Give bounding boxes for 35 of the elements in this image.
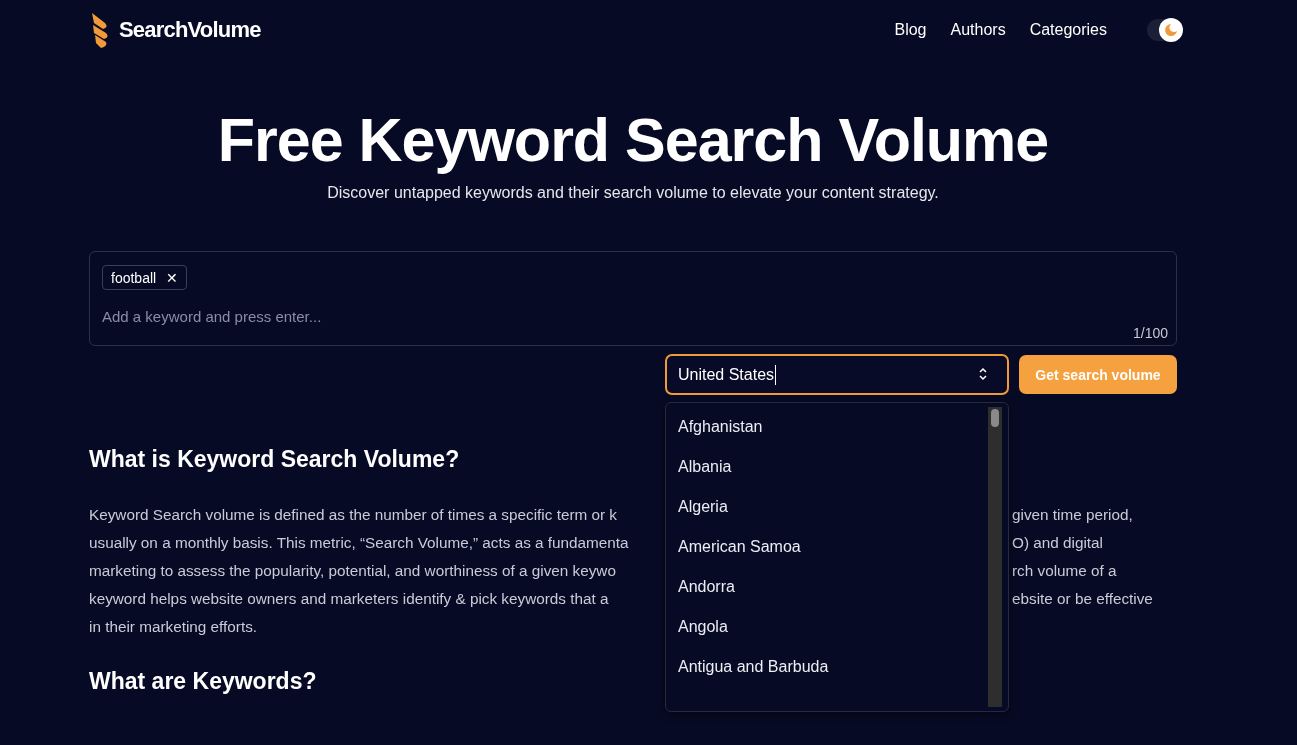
nav-link[interactable]: Blog [894, 21, 927, 39]
theme-toggle[interactable] [1147, 19, 1181, 41]
country-option[interactable]: Andorra [666, 567, 1008, 607]
moon-icon [1164, 23, 1178, 37]
country-option[interactable]: American Samoa [666, 527, 1008, 567]
country-option[interactable]: Algeria [666, 487, 1008, 527]
remove-tag-button[interactable]: ✕ [166, 269, 179, 286]
nav-link[interactable]: Authors [950, 21, 1006, 39]
keyword-counter: 1/100 [1132, 325, 1168, 341]
paragraph-text: ebsite or be effective [1012, 589, 1154, 609]
nav-link[interactable]: Categories [1029, 21, 1107, 39]
page-title: Free Keyword Search Volume [216, 105, 1050, 176]
section-heading: What are Keywords? [89, 667, 317, 696]
paragraph-text: marketing to assess the popularity, potential, and worthiness of a given keywo [89, 561, 617, 581]
paragraph-text: usually on a monthly basis. This metric, “Search Volume,” acts as a fundamenta [89, 533, 630, 553]
paragraph-text: in their marketing efforts. [89, 617, 259, 637]
keyword-input-box[interactable]: football ✕ Add a keyword and press enter... 1/100 [89, 251, 1177, 346]
country-value: United States [678, 365, 775, 384]
country-option[interactable]: Afghanistan [666, 407, 1008, 447]
paragraph-text: keyword helps website owners and marketers identify & pick keywords that a [89, 589, 610, 609]
keyword-field[interactable]: Add a keyword and press enter... [102, 308, 702, 325]
paragraph-text: given time period, [1012, 505, 1134, 525]
sort-caret-icon [979, 367, 987, 381]
section-heading: What is Keyword Search Volume? [89, 445, 460, 474]
country-option[interactable]: Albania [666, 447, 1008, 487]
paragraph-text: Keyword Search volume is defined as the number of times a specific term or k [89, 505, 618, 525]
scrollbar[interactable] [988, 407, 1002, 707]
page-subtitle: Discover untapped keywords and their search volume to elevate your content strategy. [326, 184, 940, 202]
country-option[interactable]: Angola [666, 607, 1008, 647]
paragraph-text: rch volume of a [1012, 561, 1118, 581]
paragraph-text: O) and digital [1012, 533, 1104, 553]
country-select[interactable]: United States [665, 354, 1009, 395]
brand-name: SearchVolume [119, 17, 261, 43]
country-option[interactable]: Antigua and Barbuda [666, 647, 1008, 687]
tag-label: football [111, 269, 157, 286]
